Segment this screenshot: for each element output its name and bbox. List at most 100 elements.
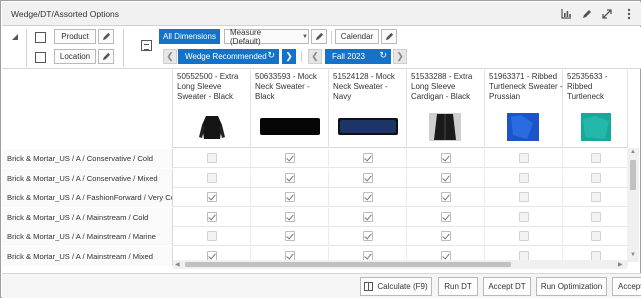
period-prev-button[interactable]: ❮ [308,49,322,64]
assortment-checkbox[interactable] [590,172,601,183]
assortment-checkbox[interactable] [363,172,373,183]
edit-calendar-pencil-icon[interactable] [381,29,397,44]
collapse-toggle-icon[interactable] [12,34,18,40]
assortment-checkbox[interactable] [590,231,601,241]
assortment-checkbox[interactable] [285,211,295,222]
scroll-down-icon[interactable]: ▼ [630,252,636,258]
assortment-checkbox[interactable] [207,192,217,202]
product-column-header[interactable]: 51524128 - Mock Neck Sweater - Navy [329,70,407,148]
grid-cell [251,227,329,246]
assortment-checkbox[interactable] [285,172,295,183]
assortment-checkbox[interactable] [441,192,451,202]
assortment-checkbox[interactable] [519,250,529,261]
edit-location-pencil-icon[interactable] [98,49,114,64]
assortment-checkbox[interactable] [363,192,373,202]
run-optimization-button[interactable]: Run Optimization [536,277,607,296]
assortment-checkbox[interactable] [590,211,601,222]
assortment-checkbox[interactable] [207,172,217,183]
accept-button[interactable]: Accept [612,277,641,296]
assortment-checkbox[interactable] [207,250,217,261]
edit-product-pencil-icon[interactable] [98,29,114,44]
product-thumbnail [507,113,539,141]
calculate-button-label: Calculate (F9) [377,282,428,291]
grid-cell [251,149,329,168]
row-header-corner [2,70,173,148]
product-dimension-button[interactable]: Product [54,29,96,44]
grid-cell [563,227,628,246]
grid-cell [173,207,251,227]
assortment-checkbox[interactable] [441,211,451,222]
wedge-selector[interactable]: Wedge Recommended ↻ [178,49,279,64]
assortment-checkbox[interactable] [363,211,373,222]
grid-cell [485,227,563,246]
assortment-checkbox[interactable] [285,231,295,241]
period-selector[interactable]: Fall 2023 ↻ [325,49,391,64]
period-selector-label: Fall 2023 [332,52,365,61]
product-column-header[interactable]: 50633593 - Mock Neck Sweater - Black [251,70,329,148]
assortment-checkbox[interactable] [207,231,217,241]
assortment-checkbox[interactable] [363,231,373,241]
assortment-checkbox[interactable] [519,231,529,241]
assortment-checkbox[interactable] [207,211,217,222]
product-column-header[interactable]: 52535633 - Ribbed Turtleneck Sweater - G… [563,70,628,148]
scroll-right-icon[interactable]: ▶ [618,261,623,268]
assortment-checkbox[interactable] [285,153,295,163]
measure-dropdown[interactable]: Measure (Default) ▼ [224,28,309,46]
panel-title: Wedge/DT/Assorted Options [11,9,120,19]
assortment-checkbox[interactable] [363,153,373,163]
horizontal-scroll-thumb[interactable] [185,262,511,267]
grid-cell [173,227,251,246]
assortment-checkbox[interactable] [519,153,529,163]
assortment-checkbox[interactable] [519,192,529,202]
chart-icon[interactable] [559,7,573,21]
product-thumbnail [197,113,227,141]
all-dimensions-button[interactable]: All Dimensions [159,29,220,44]
calendar-dimension-button[interactable]: Calendar [335,29,379,44]
assortment-checkbox[interactable] [590,153,601,163]
product-column-header[interactable]: 51533288 - Extra Long Sleeve Cardigan - … [407,70,485,148]
horizontal-scrollbar[interactable]: ◀ ▶ [173,260,627,269]
assortment-checkbox[interactable] [441,250,451,261]
assortment-checkbox[interactable] [363,250,373,261]
vertical-scrollbar[interactable]: ▲ ▼ [627,148,639,262]
scroll-left-icon[interactable]: ◀ [175,261,180,268]
product-column-header[interactable]: 51963371 - Ribbed Turtleneck Sweater - P… [485,70,563,148]
panel-title-bar: Wedge/DT/Assorted Options [2,2,641,26]
assortment-checkbox[interactable] [519,211,529,222]
product-column-label: 50633593 - Mock Neck Sweater - Black [255,72,317,101]
vertical-scroll-thumb[interactable] [630,160,636,190]
expand-icon[interactable] [600,7,614,21]
calculate-button[interactable]: Calculate (F9) [360,277,432,296]
assortment-checkbox[interactable] [285,192,295,202]
divider [331,31,332,44]
assortment-checkbox[interactable] [285,250,295,261]
more-icon[interactable] [622,7,636,21]
table-row: Brick & Mortar_US / A / Conservative / M… [2,168,628,188]
assortment-checkbox[interactable] [441,153,451,163]
action-footer: Calculate (F9) Run DT Accept DT Run Opti… [2,273,641,298]
accept-dt-button[interactable]: Accept DT [483,277,531,296]
wedge-prev-button[interactable]: ❮ [163,49,177,64]
assortment-checkbox[interactable] [441,172,451,183]
assortment-checkbox[interactable] [590,250,601,261]
grid-layout-icon[interactable] [141,40,152,51]
assortment-checkbox[interactable] [519,172,529,183]
grid-cell [329,168,407,188]
product-column-header[interactable]: 50552500 - Extra Long Sleeve Sweater - B… [173,70,251,148]
grid-cell [173,149,251,168]
assortment-checkbox[interactable] [590,192,601,202]
location-dimension-button[interactable]: Location [54,49,96,64]
table-row: Brick & Mortar_US / A / Mainstream / Mar… [2,227,628,246]
refresh-filter-icon[interactable]: ↻ [379,50,387,61]
edit-icon[interactable] [580,7,594,21]
assortment-checkbox[interactable] [207,153,217,163]
scroll-up-icon[interactable]: ▲ [630,149,636,155]
period-next-button[interactable]: ❯ [393,49,407,64]
wedge-next-button[interactable]: ❯ [282,49,296,64]
run-dt-button[interactable]: Run DT [438,277,478,296]
assortment-checkbox[interactable] [441,231,451,241]
table-row: Brick & Mortar_US / A / Mainstream / Col… [2,207,628,227]
refresh-filter-icon[interactable]: ↻ [267,50,275,61]
product-column-label: 51963371 - Ribbed Turtleneck Sweater - P… [489,72,563,101]
edit-measure-pencil-icon[interactable] [311,29,327,44]
